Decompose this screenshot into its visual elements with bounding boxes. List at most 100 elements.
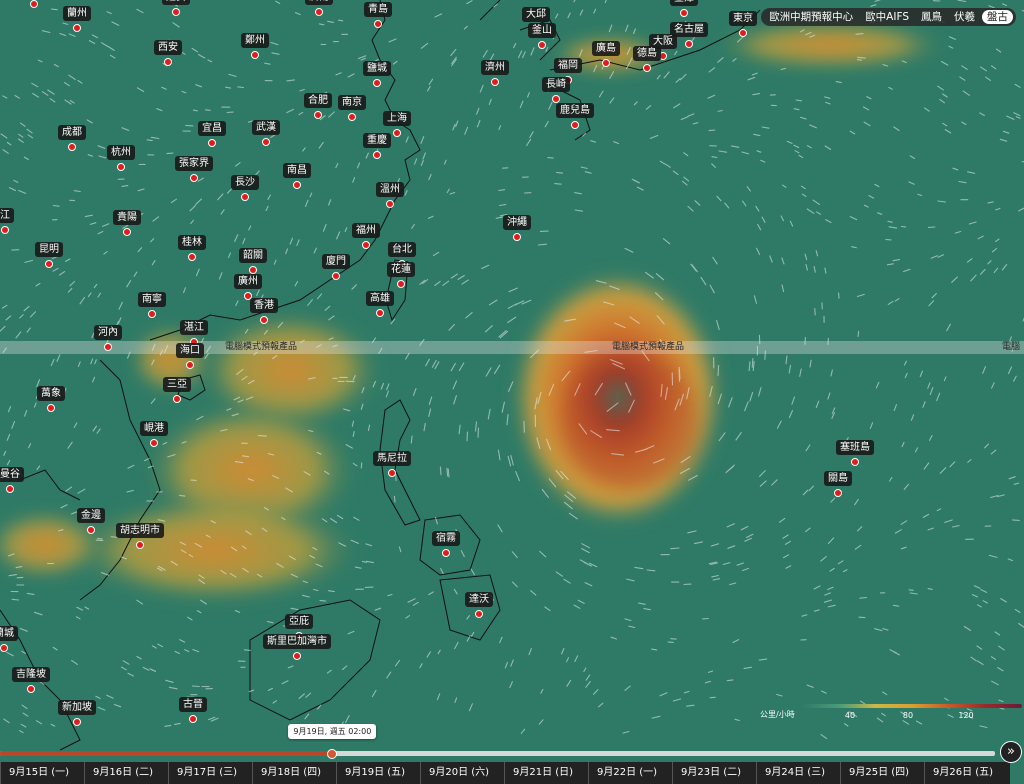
city-label: 鄭州 — [241, 33, 269, 48]
model-fuxi[interactable]: 伏羲 — [949, 10, 980, 24]
model-product-banner: 電腦模式預報產品 電腦模式預報產品 電腦 — [0, 341, 1024, 354]
city-label: 金澤 — [670, 0, 698, 6]
day-label[interactable]: 9月20日 (六) — [420, 762, 504, 784]
wind-streak — [257, 435, 267, 437]
city-label: 濟南 — [305, 0, 333, 5]
city-dot — [0, 644, 8, 652]
timeline-handle[interactable] — [327, 749, 338, 759]
city-dot — [513, 233, 521, 241]
city-label: 蘭州 — [63, 6, 91, 21]
city-dot — [104, 343, 112, 351]
city-label: 東京 — [729, 11, 757, 26]
city-dot — [172, 8, 180, 16]
city-dot — [373, 79, 381, 87]
city-label: 桂林 — [178, 235, 206, 250]
day-label[interactable]: 9月24日 (三) — [756, 762, 840, 784]
model-pangu[interactable]: 盤古 — [982, 10, 1013, 24]
wind-streak — [1012, 519, 1020, 522]
city-dot — [739, 29, 747, 37]
city-label: 青島 — [364, 2, 392, 17]
wind-streak — [717, 365, 720, 377]
wind-streak — [52, 204, 60, 207]
city-dot — [73, 24, 81, 32]
model-selector: 歐洲中期預報中心 歐中AIFS 鳳鳥 伏羲 盤古 — [761, 8, 1016, 26]
city-label: 溫州 — [376, 182, 404, 197]
wind-streak — [319, 599, 327, 602]
city-label: 河內 — [94, 325, 122, 340]
city-dot — [136, 541, 144, 549]
city-label: 宜昌 — [198, 121, 226, 136]
day-label[interactable]: 9月19日 (五) — [336, 762, 420, 784]
city-label: 上海 — [383, 111, 411, 126]
day-label[interactable]: 9月16日 (二) — [84, 762, 168, 784]
city-dot — [386, 200, 394, 208]
city-label: 南昌 — [283, 163, 311, 178]
model-fengniao[interactable]: 鳳鳥 — [916, 10, 947, 24]
city-dot — [262, 138, 270, 146]
city-dot — [373, 151, 381, 159]
city-label: 宿霧 — [432, 531, 460, 546]
wind-map[interactable] — [0, 0, 1024, 784]
city-dot — [397, 280, 405, 288]
day-label[interactable]: 9月23日 (二) — [672, 762, 756, 784]
city-label: 濟州 — [481, 60, 509, 75]
city-label: 福岡 — [554, 58, 582, 73]
day-label[interactable]: 9月15日 (一) — [0, 762, 84, 784]
city-dot — [241, 193, 249, 201]
wind-streak — [191, 685, 200, 688]
city-label: 貴陽 — [113, 210, 141, 225]
city-label: 廣州 — [234, 274, 262, 289]
city-dot — [1, 226, 9, 234]
wind-streak — [857, 330, 860, 337]
city-dot — [475, 610, 483, 618]
banner-text-right: 電腦 — [1002, 342, 1021, 352]
city-label: 馬尼拉 — [373, 451, 411, 466]
city-label: 金邊 — [77, 508, 105, 523]
legend-tick: 120 — [958, 711, 974, 720]
city-dot — [260, 316, 268, 324]
city-label: 塞班島 — [836, 440, 874, 455]
city-label: 沖繩 — [503, 215, 531, 230]
city-dot — [643, 64, 651, 72]
city-label: 古晉 — [179, 697, 207, 712]
double-chevron-right-icon[interactable]: » — [1000, 741, 1022, 763]
city-dot — [348, 113, 356, 121]
model-ecmwf[interactable]: 歐洲中期預報中心 — [764, 10, 858, 24]
wind-streak — [466, 431, 469, 442]
city-dot — [538, 41, 546, 49]
city-dot — [87, 526, 95, 534]
city-label: 武漢 — [252, 120, 280, 135]
city-label: 香港 — [250, 298, 278, 313]
city-label: 鹽城 — [363, 61, 391, 76]
wind-streak — [856, 59, 863, 61]
wind-streak — [667, 641, 674, 643]
city-label: 亞庇 — [285, 614, 313, 629]
city-label: 關島 — [824, 471, 852, 486]
wind-streak — [708, 129, 716, 132]
day-label[interactable]: 9月25日 (四) — [840, 762, 924, 784]
city-label: 西安 — [154, 40, 182, 55]
city-dot — [362, 241, 370, 249]
day-label[interactable]: 9月18日 (四) — [252, 762, 336, 784]
city-label: 德島 — [633, 46, 661, 61]
city-label: 長沙 — [231, 175, 259, 190]
day-label[interactable]: 9月22日 (一) — [588, 762, 672, 784]
day-label[interactable]: 9月21日 (日) — [504, 762, 588, 784]
city-label: 江 — [0, 208, 14, 223]
city-label: 廣島 — [592, 41, 620, 56]
city-label: 福州 — [352, 223, 380, 238]
city-dot — [680, 9, 688, 17]
city-dot — [251, 51, 259, 59]
city-dot — [117, 163, 125, 171]
city-label: 張家界 — [175, 156, 213, 171]
wind-streak — [556, 171, 564, 174]
city-dot — [314, 111, 322, 119]
city-dot — [442, 549, 450, 557]
city-label: 合肥 — [304, 93, 332, 108]
city-dot — [374, 20, 382, 28]
timeline-track[interactable] — [0, 751, 995, 756]
day-label[interactable]: 9月26日 (五) — [924, 762, 1008, 784]
wind-streak — [751, 357, 754, 368]
day-label[interactable]: 9月17日 (三) — [168, 762, 252, 784]
model-aifs[interactable]: 歐中AIFS — [860, 10, 914, 24]
